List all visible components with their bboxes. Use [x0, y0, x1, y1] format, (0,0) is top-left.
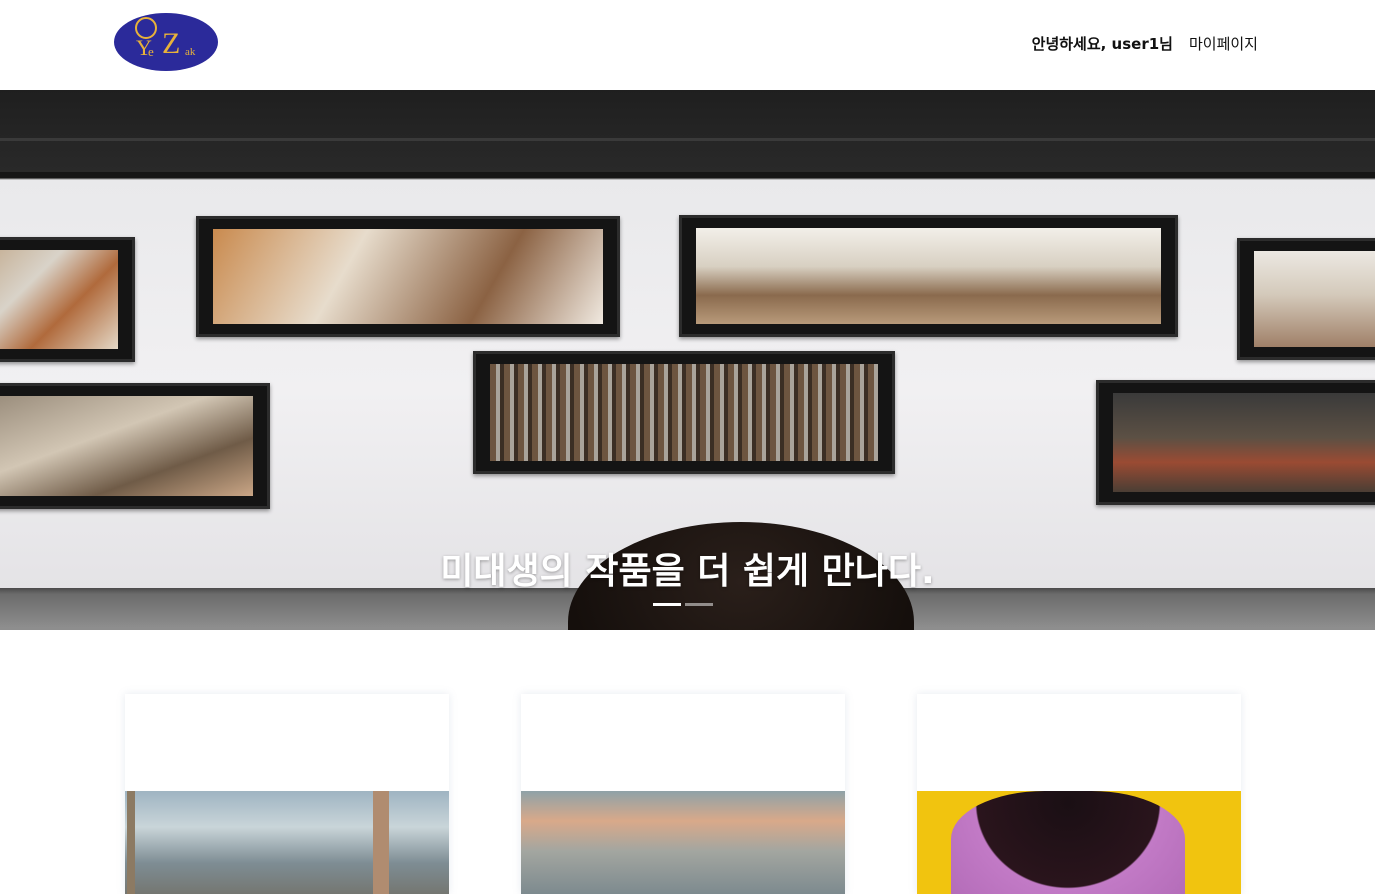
artwork-card[interactable]	[521, 694, 845, 894]
yezak-logo[interactable]: Y e Z ak	[114, 13, 218, 71]
carousel-indicator-1[interactable]	[653, 603, 681, 606]
gallery-frame	[196, 216, 620, 337]
carousel-indicators	[653, 603, 713, 606]
gallery-frame	[1237, 238, 1375, 360]
user-greeting: 안녕하세요, user1님	[1031, 35, 1173, 53]
hero-caption: 미대생의 작품을 더 쉽게 만나다.	[440, 551, 935, 592]
painting-detail	[127, 791, 135, 894]
painting-detail	[951, 791, 1185, 894]
artwork-card[interactable]	[917, 694, 1241, 894]
site-header: Y e Z ak 안녕하세요, user1님 마이페이지	[0, 0, 1375, 90]
hero-carousel[interactable]: 미대생의 작품을 더 쉽게 만나다.	[0, 90, 1375, 630]
logo-letter-z: Z	[162, 27, 181, 60]
artwork-thumbnail[interactable]	[125, 791, 449, 894]
gallery-frame	[0, 383, 270, 509]
top-nav: 안녕하세요, user1님 마이페이지	[1032, 33, 1258, 54]
ceiling-band	[0, 138, 1375, 141]
ceiling-shadow	[0, 172, 1375, 178]
gallery-frame	[1096, 380, 1375, 505]
mypage-link[interactable]: 마이페이지	[1189, 33, 1258, 54]
artwork-thumbnail[interactable]	[917, 791, 1241, 894]
gallery-frame	[0, 237, 135, 362]
logo-letters-ak: ak	[185, 46, 196, 58]
artwork-card[interactable]	[125, 694, 449, 894]
gallery-frame	[679, 215, 1178, 337]
artwork-thumbnail[interactable]	[521, 791, 845, 894]
logo-letter-e: e	[148, 44, 154, 59]
artwork-card-grid	[0, 630, 1375, 894]
gallery-frame	[473, 351, 895, 474]
carousel-indicator-2[interactable]	[685, 603, 713, 606]
painting-detail	[373, 791, 389, 894]
